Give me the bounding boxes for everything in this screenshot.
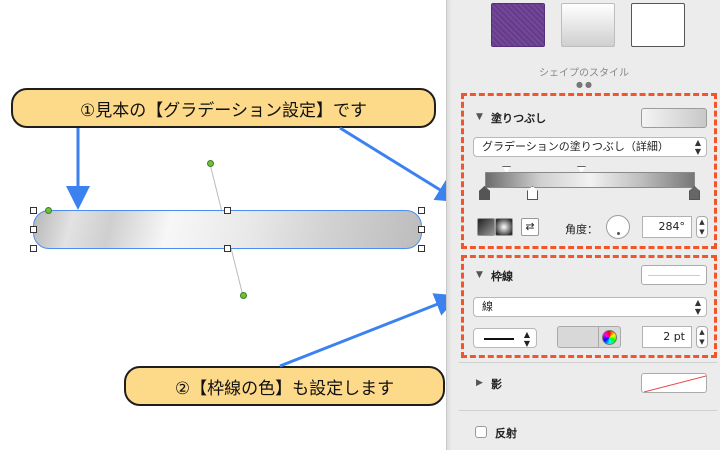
no-shadow-icon — [643, 375, 706, 392]
angle-stepper[interactable]: ▲ ▼ — [696, 216, 708, 238]
angle-label: 角度： — [565, 223, 598, 236]
gradient-bar[interactable] — [485, 172, 695, 188]
stroke-section-title: 枠線 — [491, 270, 513, 283]
section-divider — [459, 362, 717, 363]
gradient-end-handle[interactable] — [240, 292, 247, 299]
resize-handle-right[interactable] — [418, 226, 425, 233]
shape-style-swatch-gradient[interactable] — [561, 3, 615, 47]
resize-handle-left[interactable] — [30, 226, 37, 233]
selected-rounded-rectangle[interactable] — [33, 210, 422, 249]
shadow-preview-well[interactable] — [641, 373, 707, 393]
linear-gradient-button[interactable] — [477, 218, 495, 236]
resize-handle-top-right[interactable] — [418, 207, 425, 214]
style-page-dots[interactable]: ●● — [576, 80, 594, 89]
format-inspector-panel: シェイプのスタイル ●● ▼ 塗りつぶし グラデーションの塗りつぶし（詳細） ▲… — [446, 0, 720, 450]
stroke-width-input[interactable]: 2 pt — [642, 326, 692, 348]
corner-radius-handle[interactable] — [45, 207, 52, 214]
resize-handle-top-left[interactable] — [30, 207, 37, 214]
stroke-type-select[interactable]: 線 ▲ ▼ — [473, 297, 707, 317]
reflection-checkbox[interactable] — [475, 426, 487, 438]
select-arrows-icon: ▲ ▼ — [694, 138, 701, 156]
fill-type-value: グラデーションの塗りつぶし（詳細） — [482, 140, 669, 153]
shape-style-swatch-outline[interactable] — [631, 3, 685, 47]
angle-knob[interactable] — [606, 215, 630, 239]
callout-gradient-sample: ①見本の【グラデーション設定】です — [11, 88, 436, 128]
shadow-section-title: 影 — [491, 378, 502, 391]
shape-style-swatch-purple[interactable] — [491, 3, 545, 47]
select-arrows-icon: ▲ ▼ — [694, 298, 701, 316]
stroke-width-stepper[interactable]: ▲ ▼ — [696, 326, 708, 348]
stroke-preview-well[interactable] — [641, 265, 707, 285]
select-arrows-icon: ▲ ▼ — [523, 330, 530, 348]
fill-color-well[interactable] — [641, 108, 707, 128]
canvas-area[interactable]: ①見本の【グラデーション設定】です ②【枠線の色】も設定します — [0, 0, 446, 450]
stroke-type-value: 線 — [482, 300, 493, 313]
stroke-disclosure-icon[interactable]: ▼ — [476, 270, 483, 280]
shadow-disclosure-icon[interactable]: ▶ — [476, 378, 483, 388]
section-divider — [459, 410, 717, 411]
resize-handle-top[interactable] — [224, 207, 231, 214]
resize-handle-bottom-right[interactable] — [418, 245, 425, 252]
resize-handle-bottom-left[interactable] — [30, 245, 37, 252]
line-style-select[interactable]: ▲ ▼ — [473, 328, 537, 348]
color-wheel-icon[interactable] — [602, 330, 617, 345]
radial-gradient-button[interactable] — [495, 218, 513, 236]
resize-handle-bottom[interactable] — [224, 245, 231, 252]
callout-stroke-color: ②【枠線の色】も設定します — [124, 366, 445, 406]
reflection-label: 反射 — [495, 427, 517, 440]
fill-type-select[interactable]: グラデーションの塗りつぶし（詳細） ▲ ▼ — [473, 137, 707, 157]
stroke-color-well[interactable] — [557, 326, 621, 348]
gradient-start-handle[interactable] — [207, 160, 214, 167]
fill-disclosure-icon[interactable]: ▼ — [476, 112, 483, 122]
shape-style-label: シェイプのスタイル — [539, 68, 629, 79]
angle-input[interactable]: 284° — [642, 216, 692, 238]
swap-colors-icon[interactable]: ⇄ — [521, 218, 539, 236]
fill-section-title: 塗りつぶし — [491, 112, 547, 125]
